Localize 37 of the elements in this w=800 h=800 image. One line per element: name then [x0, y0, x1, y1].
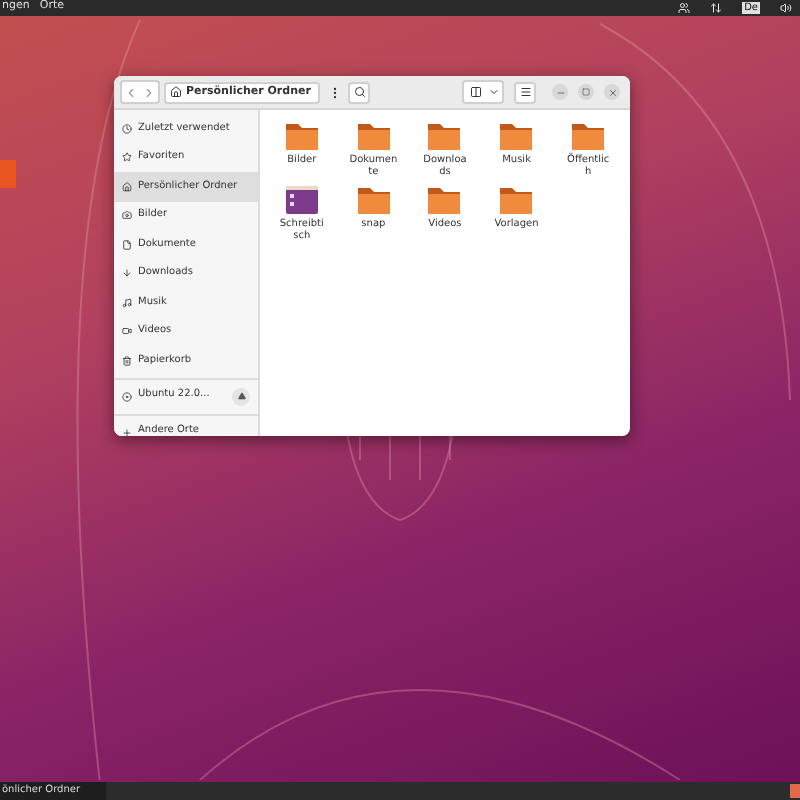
maximize-icon — [582, 88, 590, 96]
search-button[interactable] — [348, 81, 370, 103]
eject-icon — [237, 392, 245, 400]
clock-icon — [122, 123, 132, 134]
close-button[interactable] — [604, 84, 620, 100]
plus-icon — [122, 427, 132, 436]
camera-icon — [122, 210, 132, 221]
folder-icon — [426, 184, 463, 216]
home-icon — [170, 86, 182, 98]
menu-icon — [519, 86, 531, 98]
desktop-folder-icon — [283, 184, 320, 216]
folder-icon — [426, 120, 463, 152]
eject-button[interactable] — [232, 387, 250, 405]
minimize-icon — [555, 87, 565, 97]
hamburger-menu-button[interactable] — [514, 81, 536, 103]
people-icon[interactable] — [678, 2, 691, 14]
trash-icon — [122, 355, 132, 366]
search-icon — [353, 86, 365, 98]
folder-icon — [498, 120, 535, 152]
star-icon — [122, 152, 132, 163]
volume-icon[interactable] — [780, 2, 792, 14]
network-icon[interactable] — [710, 2, 723, 14]
chevron-left-icon — [124, 85, 138, 99]
music-note-icon — [122, 297, 132, 308]
disc-icon — [122, 391, 132, 401]
chevron-right-icon — [142, 85, 156, 99]
grid-view-icon — [469, 86, 481, 98]
folder-icon — [570, 120, 607, 152]
download-icon — [122, 268, 132, 279]
home-icon — [122, 181, 132, 192]
folder-icon — [355, 120, 392, 152]
caret-icon — [488, 86, 500, 98]
folder-icon — [498, 184, 535, 216]
video-icon — [122, 326, 132, 337]
folder-icon — [283, 120, 320, 152]
document-icon — [122, 239, 132, 250]
folder-icon — [355, 184, 392, 216]
